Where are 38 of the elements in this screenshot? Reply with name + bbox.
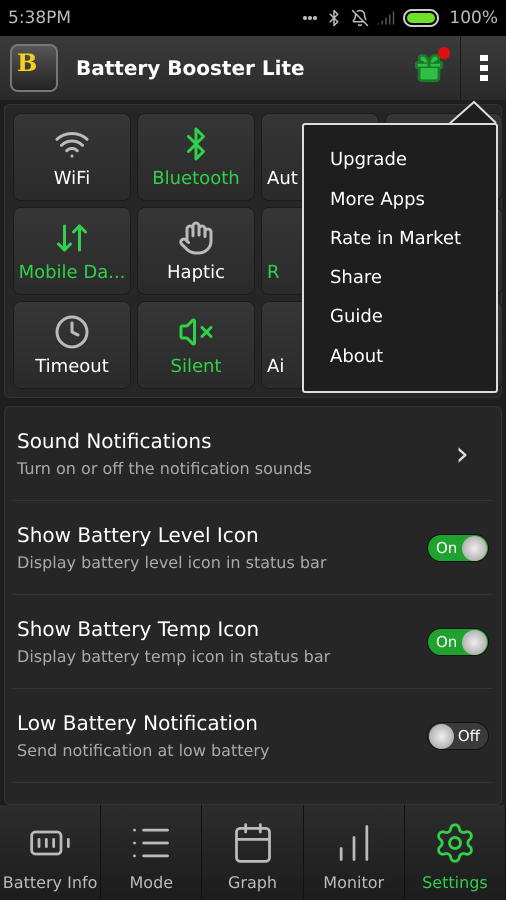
setting-title: Show Battery Temp Icon [17,617,260,641]
tab[interactable]: Settings [404,805,506,900]
setting-description: Display battery level icon in status bar [17,553,328,572]
setting-title: Sound Notifications [17,429,213,453]
battery-percent: 100% [449,8,498,28]
menu-item[interactable]: Upgrade [330,149,496,170]
battery-icon [403,9,442,27]
menu-item[interactable]: Share [330,267,496,288]
signal-icon [377,9,396,27]
tab[interactable]: Graph [202,805,304,900]
toggle-tile[interactable]: Timeout [13,301,131,389]
menu-item[interactable]: More Apps [330,188,496,210]
tab[interactable]: Monitor [304,805,405,900]
clock: 5:38PM [8,8,72,28]
toggle-tile[interactable]: WiFi [13,113,131,201]
toggle-tile[interactable]: Silent [137,301,255,389]
dots-icon [303,16,318,20]
tab[interactable]: Mode [101,805,202,900]
setting-description: Display battery temp icon in status bar [17,647,332,666]
toggle-tile[interactable]: Bluetooth [137,113,255,201]
menu-item[interactable]: About [330,346,496,367]
tab[interactable]: Battery Info [0,805,102,900]
toggle-tile[interactable]: Haptic [137,207,255,295]
setting-description: Send notification at low battery [17,741,270,760]
setting-title: Show Battery Level Icon [17,523,260,547]
menu-item[interactable]: Guide [330,306,496,328]
toggle-tile[interactable]: Mobile Da... [13,207,131,295]
more-icon [480,55,488,81]
app-logo: B [10,44,58,92]
toggle-switch[interactable]: Off [427,722,489,750]
setting-description: Turn on or off the notification sounds [17,459,313,478]
clock-icon [54,314,90,350]
bell-off-icon [351,9,370,27]
menu-item[interactable]: Rate in Market [330,228,496,249]
app-title: Battery Booster Lite [76,56,306,80]
hand-icon [178,220,214,256]
chevron[interactable]: › [455,434,469,474]
setting-title: Low Battery Notification [17,711,259,735]
